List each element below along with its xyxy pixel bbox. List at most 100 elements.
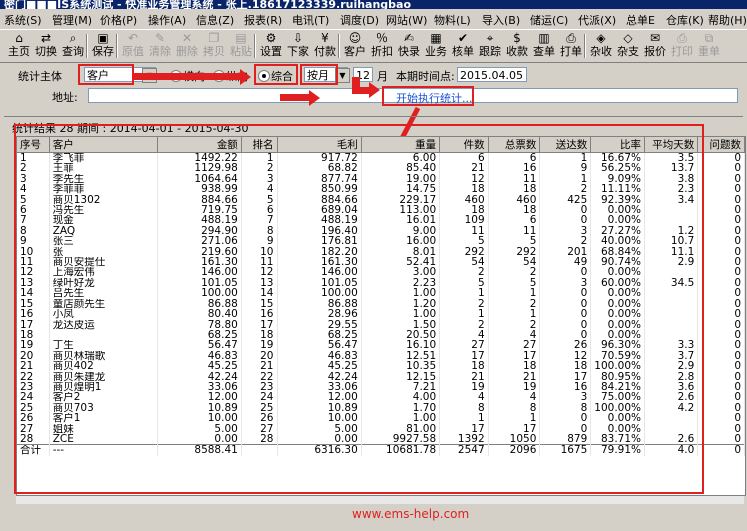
table-cell: 0 bbox=[697, 288, 745, 299]
menu-item-12[interactable]: 代派(X) bbox=[578, 12, 616, 28]
window-title: 密门■■■IS系统测试 - 快准业务管理系统 - 张上.18617123339.… bbox=[4, 0, 412, 9]
table-cell: 0 bbox=[697, 413, 745, 424]
toolbar-button-search[interactable]: ⌕ 查询 bbox=[60, 31, 86, 61]
toolbar-label: 重单 bbox=[698, 45, 720, 58]
total-cell: 0 bbox=[697, 444, 745, 456]
receive-icon: $ bbox=[513, 31, 521, 45]
menu-item-8[interactable]: 网站(W) bbox=[386, 12, 427, 28]
column-header[interactable]: 问题数 bbox=[697, 137, 745, 153]
menu-item-14[interactable]: 仓库(K) bbox=[666, 12, 704, 28]
menu-item-11[interactable]: 储运(C) bbox=[530, 12, 568, 28]
menu-item-10[interactable]: 导入(B) bbox=[482, 12, 520, 28]
annotation-box-subject bbox=[78, 64, 134, 85]
copy-icon: ❐ bbox=[208, 31, 220, 45]
table-cell: 0 bbox=[697, 298, 745, 310]
window-title-bar: 密门■■■IS系统测试 - 快准业务管理系统 - 张上.18617123339.… bbox=[0, 0, 747, 9]
table-cell: 0 bbox=[697, 194, 745, 206]
delete-icon: ✕ bbox=[181, 31, 193, 45]
toolbar-label: 查询 bbox=[62, 45, 84, 58]
menu-item-2[interactable]: 价格(P) bbox=[100, 12, 137, 28]
toolbar-button-duplicate[interactable]: ⧉ 重单 bbox=[696, 31, 722, 61]
table-cell: 0 bbox=[697, 277, 745, 289]
table-cell: 0 bbox=[697, 402, 745, 414]
toolbar-button-print-order[interactable]: ⎙ 打单 bbox=[558, 31, 584, 61]
period-point-label: 本期时间点: bbox=[396, 70, 455, 83]
clear-icon: ✎ bbox=[154, 31, 166, 45]
horizontal-scrollbar[interactable] bbox=[16, 496, 744, 504]
table-cell: 0 bbox=[697, 225, 745, 237]
menu-item-6[interactable]: 电讯(T) bbox=[292, 12, 329, 28]
table-cell: 0 bbox=[697, 309, 745, 320]
annotation-arrow bbox=[280, 94, 310, 101]
printer-icon: ⎙ bbox=[677, 31, 687, 45]
menu-item-9[interactable]: 物料(L) bbox=[434, 12, 471, 28]
subject-label: 统计主体 bbox=[18, 70, 62, 83]
menu-item-0[interactable]: 系统(S) bbox=[4, 12, 42, 28]
menu-bar: 系统(S) 管理(M) 价格(P) 操作(A) 信息(Z) 报表(R) 电讯(T) 调度(D)… bbox=[0, 9, 747, 30]
table-cell: 0 bbox=[697, 433, 745, 445]
menu-item-3[interactable]: 操作(A) bbox=[148, 12, 186, 28]
business-icon: ▦ bbox=[430, 31, 442, 45]
annotation-box-period bbox=[300, 64, 338, 85]
toolbar-label: 打单 bbox=[560, 45, 582, 58]
table-cell: 0 bbox=[697, 173, 745, 185]
quote-icon: ✉ bbox=[649, 31, 661, 45]
customer-icon: ☺ bbox=[348, 31, 362, 45]
toolbar: ⌂ 主页 ⇄ 切换 ⌕ 查询 ▣ 保存 ↶ 原值 ✎ 清除 ✕ 删除 ❐ 拷贝 ▤ 粘贴 ⚙ 设置 ⇩ 下家 ¥ 付款 ☺ 客户％… bbox=[0, 30, 747, 63]
undo-icon: ↶ bbox=[127, 31, 139, 45]
toolbar-button-save[interactable]: ▣ 保存 bbox=[90, 31, 116, 61]
divider bbox=[4, 116, 743, 117]
quick-entry-icon: ✍ bbox=[403, 31, 415, 45]
table-cell: 0 bbox=[697, 184, 745, 195]
table-cell: 0 bbox=[697, 205, 745, 216]
table-cell: 0 bbox=[697, 361, 745, 372]
table-cell: 0 bbox=[697, 152, 745, 164]
table-cell: 0 bbox=[697, 163, 745, 174]
toolbar-button-paste[interactable]: ▤ 粘贴 bbox=[228, 31, 254, 61]
table-cell: 0 bbox=[697, 381, 745, 393]
menu-item-1[interactable]: 管理(M) bbox=[52, 12, 92, 28]
downstream-icon: ⇩ bbox=[292, 31, 304, 45]
annotation-box-results bbox=[14, 124, 704, 494]
payment-icon: ¥ bbox=[321, 31, 329, 45]
table-cell: 0 bbox=[697, 236, 745, 247]
annotation-box-run bbox=[382, 86, 474, 106]
table-cell: 0 bbox=[697, 215, 745, 226]
save-icon: ▣ bbox=[97, 31, 109, 45]
annotation-arrow bbox=[352, 87, 370, 94]
menu-item-4[interactable]: 信息(Z) bbox=[196, 12, 234, 28]
misc-expense-icon: ◇ bbox=[623, 31, 633, 45]
table-cell: 0 bbox=[697, 267, 745, 278]
table-cell: 0 bbox=[697, 371, 745, 382]
misc-income-icon: ◈ bbox=[596, 31, 606, 45]
track-icon: ⌖ bbox=[486, 31, 494, 45]
toolbar-button-payment[interactable]: ¥ 付款 bbox=[312, 31, 338, 61]
address-label: 地址: bbox=[52, 91, 78, 104]
period-point-input[interactable]: 2015.04.05 bbox=[457, 67, 527, 82]
watermark: www.ems-help.com bbox=[352, 507, 470, 521]
menu-item-15[interactable]: 帮助(H) bbox=[708, 12, 747, 28]
annotation-box-combined bbox=[254, 64, 298, 85]
menu-item-13[interactable]: 总单E bbox=[626, 12, 655, 28]
menu-item-5[interactable]: 报表(R) bbox=[244, 12, 282, 28]
toolbar-label: 付款 bbox=[314, 45, 336, 58]
toolbar-label: 粘贴 bbox=[230, 45, 252, 58]
annotation-arrow-head bbox=[309, 90, 320, 106]
print-order-icon: ⎙ bbox=[566, 31, 576, 45]
table-cell: 0 bbox=[697, 340, 745, 351]
table-cell: 0 bbox=[697, 350, 745, 362]
table-cell: 0 bbox=[697, 257, 745, 268]
annotation-arrow-head bbox=[369, 82, 380, 98]
annotation-arrow-head bbox=[240, 69, 251, 85]
annotation-arrow bbox=[134, 73, 241, 80]
table-cell: 0 bbox=[697, 423, 745, 434]
discount-icon: ％ bbox=[375, 31, 388, 45]
search-icon: ⌕ bbox=[69, 31, 77, 45]
query-order-icon: ▥ bbox=[538, 31, 550, 45]
paste-icon: ▤ bbox=[235, 31, 247, 45]
duplicate-icon: ⧉ bbox=[704, 31, 714, 45]
toolbar-label: 保存 bbox=[92, 45, 114, 58]
menu-item-7[interactable]: 调度(D) bbox=[340, 12, 379, 28]
table-cell: 0 bbox=[697, 392, 745, 403]
table-cell: 0 bbox=[697, 329, 745, 341]
